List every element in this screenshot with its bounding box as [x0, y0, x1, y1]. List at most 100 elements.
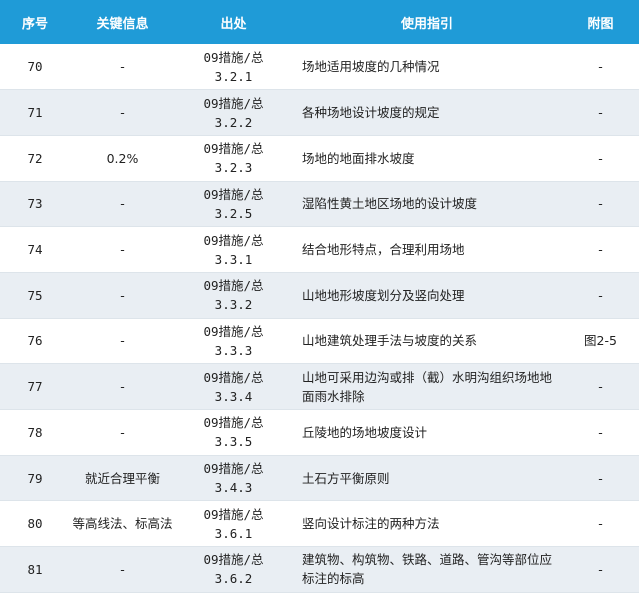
- cell-no: 80: [27, 516, 43, 532]
- cell-source: 09措施/总 3.2.5: [175, 181, 292, 227]
- cell-guide: 建筑物、构筑物、铁路、道路、管沟等部位应标注的标高: [302, 552, 553, 587]
- cell-no: 74: [27, 242, 43, 258]
- cell-no: 71: [27, 105, 43, 121]
- cell-figure: -: [598, 105, 603, 121]
- source-line-2: 3.2.1: [214, 68, 253, 84]
- source-line-2: 3.2.5: [214, 205, 253, 221]
- cell-key-info: -: [120, 59, 125, 75]
- source-line-2: 3.3.4: [214, 388, 253, 404]
- cell-key-info: 0.2%: [106, 150, 139, 166]
- source-line-2: 3.3.2: [214, 297, 253, 313]
- cell-source: 09措施/总 3.2.1: [175, 44, 292, 90]
- source-line-2: 3.2.2: [214, 114, 253, 130]
- cell-figure: -: [598, 424, 603, 440]
- cell-key-info: -: [120, 424, 125, 440]
- cell-guide: 各种场地设计坡度的规定: [302, 105, 440, 121]
- source-line-2: 3.3.1: [214, 251, 253, 267]
- table-row: 73 - 09措施/总 3.2.5 湿陷性黄土地区场地的设计坡度 -: [0, 181, 639, 227]
- cell-figure: -: [598, 516, 603, 532]
- source-line-1: 09措施/总: [203, 506, 264, 522]
- cell-source: 09措施/总 3.3.3: [175, 318, 292, 364]
- cell-key-info: 就近合理平衡: [84, 470, 160, 486]
- cell-figure: -: [598, 287, 603, 303]
- table-row: 74 - 09措施/总 3.3.1 结合地形特点，合理利用场地 -: [0, 226, 639, 273]
- cell-figure: -: [598, 242, 603, 258]
- cell-key-info: 等高线法、标高法: [72, 516, 173, 532]
- header-source: 出处: [175, 0, 292, 44]
- cell-no: 76: [27, 333, 43, 349]
- header-guide: 使用指引: [292, 0, 562, 44]
- cell-guide: 山地建筑处理手法与坡度的关系: [302, 333, 478, 349]
- cell-no: 77: [27, 379, 43, 395]
- cell-key-info: -: [120, 333, 125, 349]
- source-line-1: 09措施/总: [203, 461, 264, 477]
- cell-source: 09措施/总 3.3.2: [175, 272, 292, 318]
- source-line-2: 3.6.2: [214, 571, 253, 587]
- source-line-1: 09措施/总: [203, 141, 264, 157]
- cell-key-info: -: [120, 196, 125, 212]
- table-row: 81 - 09措施/总 3.6.2 建筑物、构筑物、铁路、道路、管沟等部位应标注的…: [0, 546, 639, 593]
- cell-guide: 场地的地面排水坡度: [302, 150, 415, 166]
- cell-key-info: -: [120, 287, 125, 303]
- cell-source: 09措施/总 3.6.1: [175, 501, 292, 547]
- cell-guide: 土石方平衡原则: [302, 470, 390, 486]
- cell-guide: 结合地形特点，合理利用场地: [302, 242, 465, 258]
- cell-guide: 山地地形坡度划分及竖向处理: [302, 287, 465, 303]
- cell-figure: -: [598, 561, 603, 577]
- table-row: 75 - 09措施/总 3.3.2 山地地形坡度划分及竖向处理 -: [0, 272, 639, 319]
- table-row: 71 - 09措施/总 3.2.2 各种场地设计坡度的规定 -: [0, 89, 639, 136]
- cell-guide: 竖向设计标注的两种方法: [302, 516, 440, 532]
- source-line-1: 09措施/总: [203, 186, 264, 202]
- header-no: 序号: [0, 0, 70, 44]
- cell-no: 75: [27, 287, 43, 303]
- cell-figure: -: [598, 150, 603, 166]
- table-row: 72 0.2% 09措施/总 3.2.3 场地的地面排水坡度 -: [0, 135, 639, 182]
- cell-source: 09措施/总 3.2.3: [175, 135, 292, 181]
- cell-source: 09措施/总 3.6.2: [175, 547, 292, 593]
- cell-key-info: -: [120, 242, 125, 258]
- source-line-1: 09措施/总: [203, 552, 264, 568]
- source-line-1: 09措施/总: [203, 323, 264, 339]
- cell-no: 73: [27, 196, 43, 212]
- cell-source: 09措施/总 3.3.1: [175, 227, 292, 273]
- table-row: 78 - 09措施/总 3.3.5 丘陵地的场地坡度设计 -: [0, 409, 639, 456]
- cell-key-info: -: [120, 561, 125, 577]
- table-row: 70 - 09措施/总 3.2.1 场地适用坡度的几种情况 -: [0, 44, 639, 90]
- header-figure: 附图: [562, 0, 639, 44]
- cell-source: 09措施/总 3.4.3: [175, 455, 292, 501]
- cell-figure: -: [598, 470, 603, 486]
- cell-figure: -: [598, 196, 603, 212]
- source-line-2: 3.6.1: [214, 525, 253, 541]
- source-line-1: 09措施/总: [203, 95, 264, 111]
- cell-no: 79: [27, 470, 43, 486]
- cell-guide: 丘陵地的场地坡度设计: [302, 424, 428, 440]
- source-line-2: 3.3.5: [214, 434, 253, 450]
- standards-table: 序号 关键信息 出处 使用指引 附图 70 - 09措施/总 3.2.1 场地适用…: [0, 0, 639, 593]
- cell-key-info: -: [120, 379, 125, 395]
- cell-no: 78: [27, 424, 43, 440]
- cell-guide: 场地适用坡度的几种情况: [302, 59, 440, 75]
- cell-source: 09措施/总 3.2.2: [175, 90, 292, 136]
- cell-figure: -: [598, 379, 603, 395]
- cell-no: 72: [27, 150, 43, 166]
- source-line-1: 09措施/总: [203, 232, 264, 248]
- cell-source: 09措施/总 3.3.5: [175, 410, 292, 456]
- table-row: 79 就近合理平衡 09措施/总 3.4.3 土石方平衡原则 -: [0, 455, 639, 501]
- source-line-1: 09措施/总: [203, 369, 264, 385]
- cell-no: 70: [27, 59, 43, 75]
- cell-source: 09措施/总 3.3.4: [175, 364, 292, 410]
- table-row: 77 - 09措施/总 3.3.4 山地可采用边沟或排（截）水明沟组织场地地面雨水…: [0, 363, 639, 410]
- source-line-2: 3.4.3: [214, 480, 253, 496]
- table-row: 80 等高线法、标高法 09措施/总 3.6.1 竖向设计标注的两种方法 -: [0, 500, 639, 547]
- table-header-row: 序号 关键信息 出处 使用指引 附图: [0, 0, 639, 44]
- cell-key-info: -: [120, 105, 125, 121]
- header-key-info: 关键信息: [70, 0, 175, 44]
- source-line-2: 3.3.3: [214, 342, 253, 358]
- cell-figure: -: [598, 59, 603, 75]
- cell-guide: 山地可采用边沟或排（截）水明沟组织场地地面雨水排除: [302, 369, 553, 404]
- table-row: 76 - 09措施/总 3.3.3 山地建筑处理手法与坡度的关系 图2-5: [0, 318, 639, 364]
- source-line-1: 09措施/总: [203, 415, 264, 431]
- source-line-1: 09措施/总: [203, 278, 264, 294]
- cell-guide: 湿陷性黄土地区场地的设计坡度: [302, 196, 478, 212]
- cell-figure: 图2-5: [584, 333, 617, 349]
